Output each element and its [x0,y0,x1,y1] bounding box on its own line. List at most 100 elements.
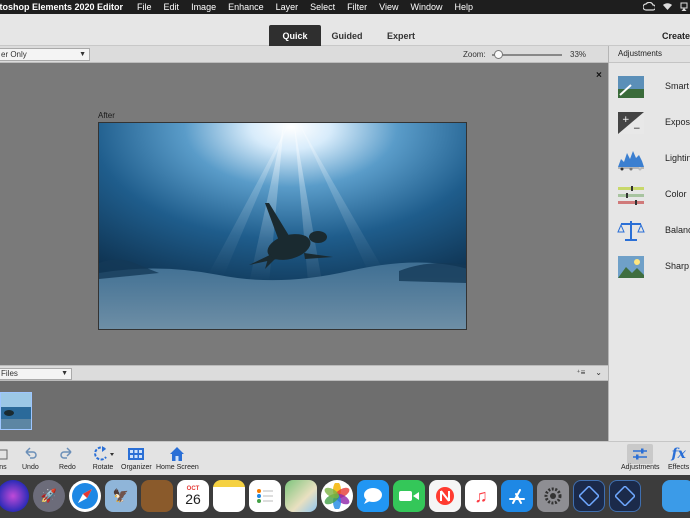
task-bar: ons Undo Redo Rotate Organizer Home Scre… [0,441,690,475]
launchpad-icon[interactable]: 🚀 [33,480,65,512]
adjustment-label: Color [665,189,687,199]
organizer-button-label: Organizer [121,464,152,471]
after-label: After [98,111,115,120]
notes-icon[interactable] [213,480,245,512]
view-toolbar: er Only ▼ Zoom: 33% [0,46,608,63]
effects-button-label: Effects [668,464,690,471]
redo-button[interactable]: Redo [59,444,76,471]
close-icon[interactable]: × [596,70,602,81]
reminders-icon[interactable] [249,480,281,512]
photo-bin-button[interactable]: ons [0,444,8,471]
app-store-icon[interactable] [501,480,533,512]
menu-window[interactable]: Window [405,2,449,12]
news-icon[interactable] [429,480,461,512]
menu-enhance[interactable]: Enhance [222,2,270,12]
menu-view[interactable]: View [373,2,404,12]
sea-turtle-photo[interactable] [98,122,467,330]
smart-fix-icon [618,76,644,98]
color-icon [618,186,644,205]
undo-button-label: Undo [22,464,39,471]
zoom-label: Zoom: [463,50,486,59]
rotate-icon [91,444,115,464]
photo-thumbnail[interactable] [0,392,32,430]
effects-button[interactable]: fx Effects [668,444,689,471]
app-name-menu[interactable]: otoshop Elements 2020 Editor [0,2,131,12]
menu-edit[interactable]: Edit [158,2,186,12]
wifi-icon[interactable] [662,2,673,13]
adjustments-icon [627,444,654,464]
adjustment-exposure[interactable]: + − Expos [617,108,690,138]
undo-button[interactable]: Undo [22,444,39,471]
collapse-chevron-icon[interactable]: ⌄ [595,368,602,377]
adjustment-label: Sharp [665,261,690,271]
menu-image[interactable]: Image [185,2,222,12]
photoshop-elements-editor-icon[interactable] [609,480,641,512]
adjustment-label: Lightin [665,153,690,163]
siri-icon[interactable] [0,480,29,512]
mail-icon[interactable]: 🦅 [105,480,137,512]
svg-text:+: + [622,115,630,125]
photoshop-elements-icon[interactable] [573,480,605,512]
lighting-icon [618,151,644,171]
menu-filter[interactable]: Filter [341,2,373,12]
view-select-value: er Only [1,50,27,59]
menu-help[interactable]: Help [449,2,480,12]
maps-icon[interactable] [285,480,317,512]
redo-button-label: Redo [59,464,76,471]
menu-select[interactable]: Select [304,2,341,12]
system-preferences-icon[interactable] [537,480,569,512]
home-screen-button-label: Home Screen [156,464,199,471]
adjustment-label: Balanc [665,225,690,235]
menu-layer[interactable]: Layer [270,2,305,12]
dock: 🚀 🦅 OCT 26 ♫ [0,475,690,518]
tab-guided[interactable]: Guided [321,25,373,46]
notes-book-icon[interactable] [141,480,173,512]
chevron-down-icon: ▼ [61,370,68,377]
adjustments-button-label: Adjustments [621,464,660,471]
folder-icon[interactable] [662,480,690,512]
redo-icon [59,444,75,464]
view-select[interactable]: er Only ▼ [0,48,90,61]
adjustment-lighting[interactable]: Lightin [617,144,690,174]
calendar-icon[interactable]: OCT 26 [177,480,209,512]
adjustment-balance[interactable]: Balanc [617,216,690,246]
creative-cloud-icon[interactable] [642,1,657,13]
create-button[interactable]: Create [662,31,690,41]
airplay-icon[interactable] [680,2,688,13]
messages-icon[interactable] [357,480,389,512]
adjustment-color[interactable]: Color [617,180,687,210]
organizer-button[interactable]: Organizer [121,444,152,471]
adjustment-label: Expos [665,117,690,127]
adjustments-button[interactable]: Adjustments [621,444,660,471]
photo-bin [0,381,608,441]
mode-bar: Quick Guided Expert Create [0,14,690,46]
tab-quick[interactable]: Quick [269,25,321,46]
photo-bin-toolbar: Files ▼ ⁺≡ ⌄ [0,365,608,381]
adjustments-panel-title: Adjustments [609,46,690,63]
chevron-down-icon: ▼ [79,51,86,58]
zoom-value: 33% [570,50,587,59]
photo-bin-select-value: Files [1,369,18,378]
menu-file[interactable]: File [131,2,158,12]
tab-expert[interactable]: Expert [373,25,429,46]
fx-icon: fx [671,446,686,462]
photos-icon[interactable] [321,480,353,512]
photo-bin-select[interactable]: Files ▼ [0,368,72,380]
safari-icon[interactable] [69,480,101,512]
photo-bin-icon [0,444,8,464]
svg-text:−: − [633,124,641,134]
zoom-slider-thumb[interactable] [494,50,503,59]
music-icon[interactable]: ♫ [465,480,497,512]
mode-tabs: Quick Guided Expert [269,25,429,46]
home-screen-button[interactable]: Home Screen [156,444,199,471]
organizer-icon [127,444,145,464]
sharpen-icon [618,256,644,278]
home-icon [168,444,186,464]
adjustment-smart-fix[interactable]: Smart [617,72,689,102]
adjustment-sharpen[interactable]: Sharp [617,252,689,282]
bin-options-icon[interactable]: ⁺≡ [576,368,585,377]
facetime-icon[interactable] [393,480,425,512]
calendar-day: 26 [185,491,201,507]
photo-bin-button-label: ons [0,464,7,471]
rotate-button[interactable]: Rotate [91,444,115,471]
